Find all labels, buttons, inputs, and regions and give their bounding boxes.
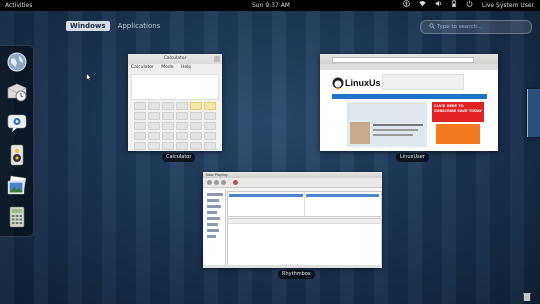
linuxuser-window-thumbnail[interactable]: LinuxUser CLICK HERE TO SUBSCRIBE SAVE T… [320,54,498,151]
browser-bookmarks-bar [320,64,498,70]
calc-key [162,122,174,130]
calc-key [134,112,146,120]
search-placeholder: Type to search... [437,24,483,30]
globe-browser-icon[interactable] [6,51,28,73]
header-advert [382,74,464,90]
rhythmbox-browser-pane [227,191,382,217]
browser-toolbar [320,54,498,64]
site-nav-bar [332,94,487,99]
close-icon [214,56,220,62]
calc-key [162,102,174,110]
calc-key [134,142,146,150]
calculator-window-thumbnail[interactable]: Calculator Calculator Mode Help [128,54,222,151]
volume-icon[interactable] [435,0,442,11]
calc-key [190,122,202,130]
top-bar: Activities Sun 9:37 AM Live System User [0,0,540,11]
featured-article [347,102,427,147]
battery-icon[interactable] [451,0,457,11]
calc-key [204,132,216,140]
calc-key [176,142,188,150]
menu-calculator: Calculator [131,65,154,70]
chat-empathy-icon[interactable] [6,112,28,134]
calc-key [162,132,174,140]
calc-key [148,132,160,140]
promo-banner: CLICK HERE TO SUBSCRIBE SAVE TODAY [432,102,484,122]
user-menu[interactable]: Live System User [482,0,534,11]
calc-key [204,122,216,130]
calc-key [162,112,174,120]
photos-icon[interactable] [6,175,28,197]
calc-key [148,122,160,130]
accessibility-icon[interactable] [403,0,410,11]
mouse-pointer-icon [86,73,92,81]
calc-key [162,142,174,150]
rhythmbox-window-label: Rhythmbox [278,270,315,279]
speaker-rhythmbox-icon[interactable] [6,144,28,166]
calculator-menubar: Calculator Mode Help [128,64,222,72]
calculator-title: Calculator [163,56,187,61]
calc-key [134,132,146,140]
calc-key [134,122,146,130]
magazine-cover [436,124,480,144]
calc-key [148,142,160,150]
rhythmbox-sidebar [204,190,226,267]
dash [0,45,34,237]
svg-text:LinuxUser: LinuxUser [345,78,380,88]
calc-key-backspace [204,102,216,110]
calc-key [176,132,188,140]
calc-key [204,112,216,120]
calc-key [134,102,146,110]
clock[interactable]: Sun 9:37 AM [252,0,290,11]
article-line [373,134,413,136]
rhythmbox-toolbar [203,178,382,188]
mail-clock-icon[interactable] [6,81,28,103]
workspace-thumbnail[interactable] [527,89,540,137]
trash-icon[interactable] [523,292,531,301]
calc-key [190,142,202,150]
calculator-display [131,74,219,100]
calc-key [204,142,216,150]
search-icon [429,21,435,33]
calculator-titlebar: Calculator [128,54,222,64]
view-selector: Windows Applications [66,21,164,31]
calc-key [176,122,188,130]
tab-windows[interactable]: Windows [66,21,110,31]
calc-key [148,112,160,120]
calc-key [176,112,188,120]
status-area: Live System User [403,0,534,11]
calculator-icon[interactable] [6,206,28,228]
linuxuser-logo: LinuxUser [332,74,390,92]
url-bar [332,57,474,63]
calc-key-undo [190,102,202,110]
power-icon[interactable] [466,0,473,11]
calc-key [190,112,202,120]
rhythmbox-statusbar [203,265,382,268]
tab-applications[interactable]: Applications [114,21,165,31]
calc-key [190,132,202,140]
menu-help: Help [181,65,192,70]
menu-mode: Mode [161,65,174,70]
calculator-window-label: Calculator [162,153,196,162]
article-line [373,124,423,126]
rhythmbox-window-thumbnail[interactable]: Now Playing [203,172,382,268]
linuxuser-window-label: LinuxUser [396,153,429,162]
article-photo [350,122,370,144]
calc-key [148,102,160,110]
activities-button[interactable]: Activities [5,0,32,11]
search-input[interactable]: Type to search... [420,20,532,34]
article-line [373,129,418,131]
subscribe-promo: CLICK HERE TO SUBSCRIBE SAVE TODAY [432,102,484,147]
calc-key [176,102,188,110]
calculator-keypad [134,102,219,150]
network-icon[interactable] [419,0,426,11]
rhythmbox-track-list [227,218,382,268]
